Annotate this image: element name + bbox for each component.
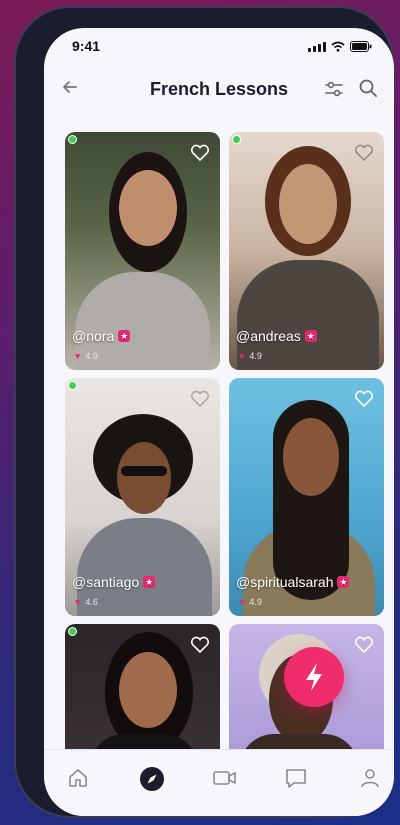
online-indicator xyxy=(68,381,77,390)
tutor-card[interactable]: @santiago ★ ♥ 4.6 xyxy=(65,378,220,616)
nav-profile[interactable] xyxy=(358,766,382,795)
sunglasses xyxy=(121,466,167,476)
tutor-handle: @nora xyxy=(72,328,115,344)
rating-heart-icon: ♥ xyxy=(239,351,245,361)
tutor-rating: 4.9 xyxy=(85,351,98,361)
status-bar: 9:41 xyxy=(44,28,394,64)
tutor-rating: 4.9 xyxy=(249,597,262,607)
status-icons xyxy=(308,41,372,52)
battery-icon xyxy=(350,41,372,52)
verified-badge-icon: ★ xyxy=(143,576,156,588)
tutor-rating: 4.6 xyxy=(85,597,98,607)
tutor-rating: 4.9 xyxy=(249,351,262,361)
verified-badge-icon: ★ xyxy=(304,330,317,342)
bottom-nav xyxy=(44,749,394,816)
heart-icon[interactable] xyxy=(190,390,210,408)
online-indicator xyxy=(68,135,77,144)
home-icon xyxy=(69,769,87,787)
tutor-card[interactable]: @andreas ★ ♥ 4.9 xyxy=(229,132,384,370)
rating-heart-icon: ♥ xyxy=(75,597,81,607)
nav-messages[interactable] xyxy=(284,766,308,795)
nav-home[interactable] xyxy=(66,766,90,795)
filter-button[interactable] xyxy=(324,80,344,103)
nav-video[interactable] xyxy=(212,766,238,795)
tutor-card[interactable] xyxy=(65,624,220,764)
search-button[interactable] xyxy=(358,78,378,103)
tutor-card[interactable]: @nora ★ ♥ 4.9 xyxy=(65,132,220,370)
rating-heart-icon: ♥ xyxy=(75,351,81,361)
explore-icon xyxy=(140,767,164,791)
rating-heart-icon: ♥ xyxy=(239,597,245,607)
chat-icon xyxy=(286,769,306,788)
heart-icon[interactable] xyxy=(354,636,374,654)
profile-icon xyxy=(361,769,379,788)
online-indicator xyxy=(232,135,241,144)
tutor-card[interactable]: @spiritualsarah ★ ♥ 4.9 xyxy=(229,378,384,616)
heart-icon[interactable] xyxy=(190,636,210,654)
search-icon xyxy=(359,79,377,97)
heart-icon[interactable] xyxy=(354,144,374,162)
lightning-icon xyxy=(306,663,322,691)
sliders-icon xyxy=(325,81,343,97)
quick-match-button[interactable] xyxy=(284,647,344,707)
video-icon xyxy=(213,771,236,785)
wifi-icon xyxy=(331,41,345,52)
verified-badge-icon: ★ xyxy=(118,330,131,342)
tutor-handle: @santiago xyxy=(72,574,140,590)
top-bar: French Lessons xyxy=(44,68,394,112)
signal-icon xyxy=(308,42,326,52)
heart-icon[interactable] xyxy=(190,144,210,162)
nav-explore[interactable] xyxy=(139,766,165,797)
heart-icon[interactable] xyxy=(354,390,374,408)
tutor-handle: @andreas xyxy=(236,328,301,344)
tutor-handle: @spiritualsarah xyxy=(236,574,334,590)
online-indicator xyxy=(68,627,77,636)
status-time: 9:41 xyxy=(72,38,101,54)
verified-badge-icon: ★ xyxy=(337,576,350,588)
